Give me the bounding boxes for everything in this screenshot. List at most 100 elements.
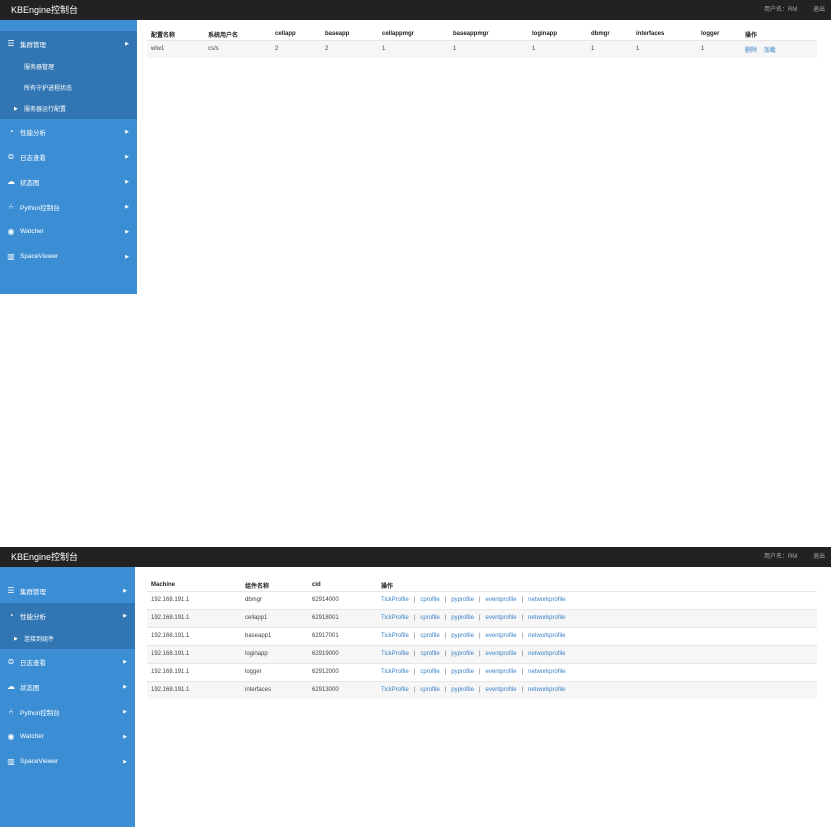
nav-sub-connect-component[interactable]: ▶ 连接到组件 xyxy=(0,628,135,649)
link-separator: | xyxy=(521,669,524,675)
chevron-right-icon: ▶ xyxy=(125,253,129,260)
nav-sub-label: 服务器管理 xyxy=(24,65,55,71)
delete-link[interactable]: 删除 xyxy=(745,48,757,54)
nav-label: 性能分析 xyxy=(20,613,46,621)
nav-log[interactable]: ⊜ 日志查看 ▶ xyxy=(0,649,135,674)
nav-cluster-management[interactable]: ☰ 集群管理 ▶ xyxy=(0,578,135,603)
pyprofile-link[interactable]: pyprofile xyxy=(451,669,474,675)
cell-logger: 1 xyxy=(697,39,741,58)
top-navbar: KBEngine控制台 用户名：RM 退出 xyxy=(0,0,831,20)
nav-spaceviewer[interactable]: ▥ SpaceViewer ▶ xyxy=(0,244,137,269)
eventprofile-link[interactable]: eventprofile xyxy=(486,633,517,639)
link-separator: | xyxy=(444,669,447,675)
col-machine: Machine xyxy=(151,582,176,589)
columns-icon: ▥ xyxy=(7,756,15,766)
nav-log[interactable]: ⊜ 日志查看 ▶ xyxy=(0,144,137,169)
cprofile-link[interactable]: cprofile xyxy=(420,597,439,603)
eventprofile-link[interactable]: eventprofile xyxy=(486,597,517,603)
logout-link[interactable]: 退出 xyxy=(813,7,825,13)
table-row: wlw1 cs/s 2 2 1 1 1 1 1 1 删除 加载 xyxy=(147,39,817,58)
eventprofile-link[interactable]: eventprofile xyxy=(486,669,517,675)
pyprofile-link[interactable]: pyprofile xyxy=(451,597,474,603)
link-separator: | xyxy=(521,597,524,603)
eventprofile-link[interactable]: eventprofile xyxy=(486,651,517,657)
chevron-right-icon: ▶ xyxy=(123,612,127,619)
profile-main: Machine 组件名称 cid 操作 192.168.191.1 dbmgr 62… xyxy=(147,580,817,699)
nav-sub-daemon-status[interactable]: 所有守护进程状态 xyxy=(0,77,137,98)
nav-performance[interactable]: ◔ 性能分析 ▶ xyxy=(0,603,135,628)
cell-machine: 192.168.191.1 xyxy=(147,608,241,627)
nav-sub-run-config[interactable]: ▶ 服务器运行配置 xyxy=(0,98,137,119)
link-separator: | xyxy=(521,633,524,639)
cell-cid: 62917001 xyxy=(308,626,377,645)
networkprofile-link[interactable]: networkprofile xyxy=(528,597,565,603)
cell-component-name: cellapp1 xyxy=(241,608,308,627)
tickprofile-link[interactable]: TickProfile xyxy=(381,597,409,603)
networkprofile-link[interactable]: networkprofile xyxy=(528,633,565,639)
user-label: 用户名：RM xyxy=(763,554,798,560)
cprofile-link[interactable]: cprofile xyxy=(420,633,439,639)
nav-label: Watcher xyxy=(20,228,44,235)
nav-performance[interactable]: ◔ 性能分析 ▶ xyxy=(0,119,137,144)
logout-link[interactable]: 退出 xyxy=(813,554,825,560)
nav-cluster-management[interactable]: ☰ 集群管理 ▶ xyxy=(0,31,137,56)
cell-cid: 62913000 xyxy=(308,680,377,699)
load-link[interactable]: 加载 xyxy=(764,48,776,54)
eventprofile-link[interactable]: eventprofile xyxy=(486,687,517,693)
nav-label: SpaceViewer xyxy=(20,253,59,260)
nav-watcher[interactable]: ◉ Watcher ▶ xyxy=(0,219,137,244)
nav-sub-server-management[interactable]: 服务器管理 xyxy=(0,56,137,77)
sidebar: ☰ 集群管理 ▶ ◔ 性能分析 ▶ ▶ 连接到组件 ⊜ 日志查看 ▶ ☁ 状态图… xyxy=(0,567,135,827)
cell-actions: TickProfile | cprofile | pyprofile | eventprof… xyxy=(377,644,817,663)
cprofile-link[interactable]: cprofile xyxy=(420,615,439,621)
cell-machine: 192.168.191.1 xyxy=(147,662,241,681)
nav-spaceviewer[interactable]: ▥ SpaceViewer ▶ xyxy=(0,749,135,774)
pyprofile-link[interactable]: pyprofile xyxy=(451,651,474,657)
nav-label: 状态图 xyxy=(20,684,40,692)
nav-status[interactable]: ☁ 状态图 ▶ xyxy=(0,169,137,194)
nav-python[interactable]: ⑃ Python控制台 ▶ xyxy=(0,194,137,219)
eventprofile-link[interactable]: eventprofile xyxy=(486,615,517,621)
cprofile-link[interactable]: cprofile xyxy=(420,687,439,693)
pyprofile-link[interactable]: pyprofile xyxy=(451,615,474,621)
cloud-icon: ☁ xyxy=(7,681,15,691)
sidebar-top xyxy=(0,567,135,578)
networkprofile-link[interactable]: networkprofile xyxy=(528,615,565,621)
cell-actions: TickProfile | cprofile | pyprofile | eventprof… xyxy=(377,590,817,609)
tickprofile-link[interactable]: TickProfile xyxy=(381,615,409,621)
nav-sub-label: 连接到组件 xyxy=(24,637,55,643)
cell-config-name: wlw1 xyxy=(147,39,204,58)
app-title[interactable]: KBEngine控制台 xyxy=(11,547,78,567)
col-cellapp: cellapp xyxy=(275,31,296,38)
networkprofile-link[interactable]: networkprofile xyxy=(528,687,565,693)
pyprofile-link[interactable]: pyprofile xyxy=(451,633,474,639)
table-row: 192.168.191.1 dbmgr 62914000 TickProfile | cp… xyxy=(147,590,817,609)
sidebar-top xyxy=(0,20,137,31)
cell-actions: TickProfile | cprofile | pyprofile | eventprof… xyxy=(377,680,817,699)
cell-component-name: dbmgr xyxy=(241,590,308,609)
pyprofile-link[interactable]: pyprofile xyxy=(451,687,474,693)
col-cellappmgr: cellappmgr xyxy=(382,31,415,38)
cell-machine: 192.168.191.1 xyxy=(147,680,241,699)
nav-label: 状态图 xyxy=(20,179,40,187)
tickprofile-link[interactable]: TickProfile xyxy=(381,633,409,639)
tickprofile-link[interactable]: TickProfile xyxy=(381,687,409,693)
tickprofile-link[interactable]: TickProfile xyxy=(381,669,409,675)
cell-machine: 192.168.191.1 xyxy=(147,626,241,645)
app-title[interactable]: KBEngine控制台 xyxy=(11,0,78,20)
tickprofile-link[interactable]: TickProfile xyxy=(381,651,409,657)
cell-actions: TickProfile | cprofile | pyprofile | eventprof… xyxy=(377,626,817,645)
cell-dbmgr: 1 xyxy=(587,39,632,58)
networkprofile-link[interactable]: networkprofile xyxy=(528,651,565,657)
cprofile-link[interactable]: cprofile xyxy=(420,651,439,657)
cell-actions: TickProfile | cprofile | pyprofile | eventprof… xyxy=(377,662,817,681)
config-screen: KBEngine控制台 用户名：RM 退出 ☰ 集群管理 ▶ 服务器管理 所有守… xyxy=(0,0,831,294)
networkprofile-link[interactable]: networkprofile xyxy=(528,669,565,675)
cprofile-link[interactable]: cprofile xyxy=(420,669,439,675)
nav-python[interactable]: ⑃ Python控制台 ▶ xyxy=(0,699,135,724)
cell-interfaces: 1 xyxy=(632,39,697,58)
nav-watcher[interactable]: ◉ Watcher ▶ xyxy=(0,724,135,749)
eye-icon: ◉ xyxy=(7,226,15,236)
col-component-name: 组件名称 xyxy=(245,583,270,590)
nav-status[interactable]: ☁ 状态图 ▶ xyxy=(0,674,135,699)
